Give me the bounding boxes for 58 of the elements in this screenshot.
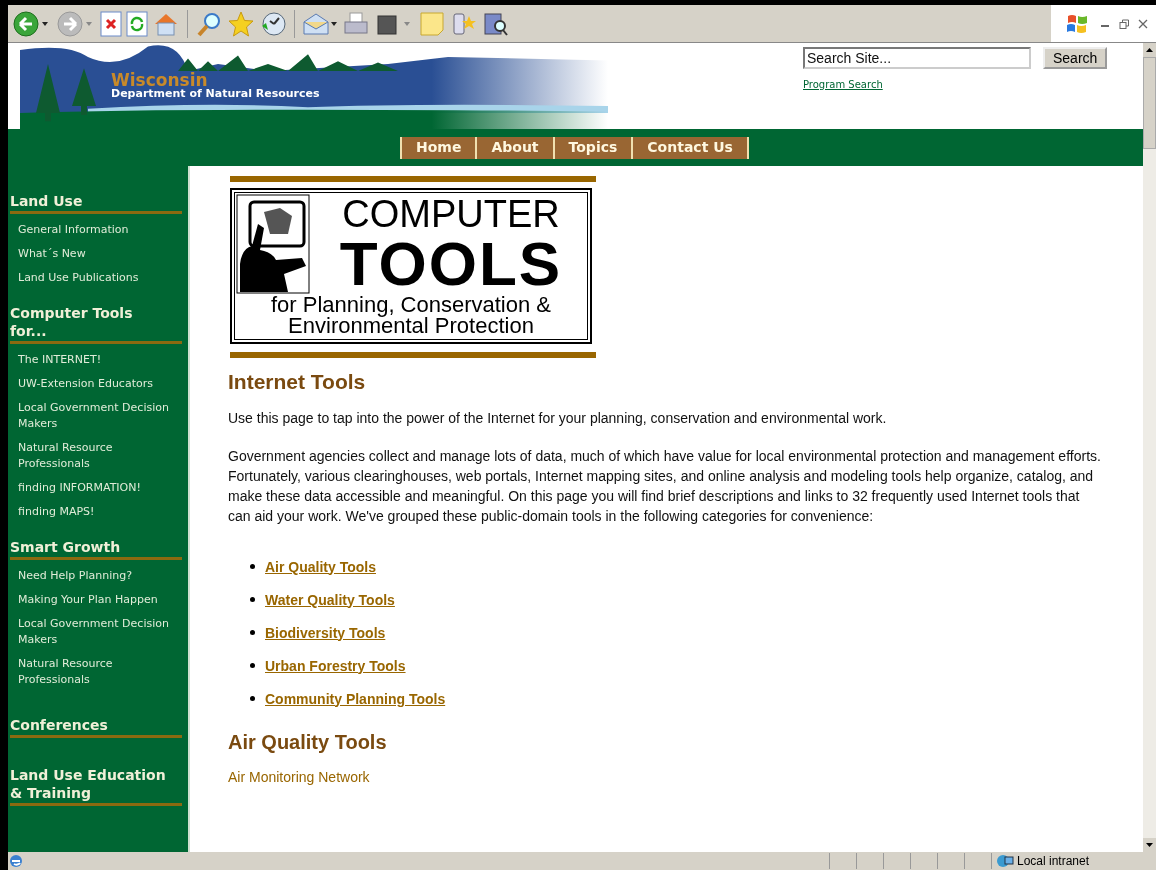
sidebar-link[interactable]: Natural Resource Professionals [10, 652, 178, 692]
logo-line: COMPUTER [342, 194, 560, 234]
page-title: Internet Tools [228, 370, 367, 394]
sidebar-link[interactable]: Making Your Plan Happen [10, 588, 178, 612]
nav-link[interactable]: Home [400, 136, 476, 159]
sidebar-link[interactable]: Local Government Decision Makers [10, 612, 178, 652]
category-link[interactable]: Community Planning Tools [265, 690, 446, 707]
logo-line: for Planning, Conservation & [270, 294, 552, 315]
bullet-icon [250, 663, 255, 668]
zone-label: Local intranet [1017, 854, 1090, 868]
category-link[interactable]: Urban Forestry Tools [265, 657, 406, 674]
program-search-link[interactable]: Program Search [803, 79, 883, 90]
category-link[interactable]: Water Quality Tools [265, 591, 395, 608]
sidebar-link[interactable]: finding MAPS! [10, 500, 178, 524]
sidebar-link[interactable]: The INTERNET! [10, 348, 178, 372]
logo-line: TOOLS [339, 234, 563, 294]
sidebar-link[interactable]: What´s New [10, 242, 178, 266]
tool-link[interactable]: Air Monitoring Network [228, 769, 370, 785]
search-field[interactable]: Search Site... [803, 47, 1031, 69]
sidebar-heading[interactable]: Computer Tools for... [10, 304, 182, 344]
sidebar-heading[interactable]: Land Use Education & Training [10, 766, 182, 806]
nav-link[interactable]: Topics [552, 136, 632, 159]
bullet-icon [250, 630, 255, 635]
section-title: Air Quality Tools [228, 731, 388, 754]
paragraph: Use this page to tap into the power of the Internet for your planning, conservation and environmental work. [228, 409, 888, 428]
network-icon [996, 854, 1014, 868]
scroll-down-icon[interactable] [1143, 838, 1156, 852]
paragraph: Government agencies collect and manage lots of data, much of which have value for local environmental protection and management efforts. Fortunately, various clearinghouses, web portals, Internet mapping sites, and online analysis and modeling tools help organize, catalog, and make these data accessible and meaningful. On this page you will find brief descriptions and links to 32 frequently used Internet tools that can aid your work. We've grouped these public-domain tools in the following categories for convenience: [228, 447, 1102, 526]
category-link[interactable]: Air Quality Tools [265, 558, 376, 575]
sidebar-heading[interactable]: Conferences [10, 716, 182, 738]
computer-user-icon [236, 194, 310, 294]
close-icon[interactable] [1138, 18, 1148, 29]
logo-subtitle[interactable]: Department of Natural Resources [111, 87, 320, 100]
page-icon [8, 853, 24, 869]
sidebar-heading[interactable]: Smart Growth [10, 538, 182, 560]
sidebar-link[interactable]: Need Help Planning? [10, 564, 178, 588]
sidebar-link[interactable]: finding INFORMATION! [10, 476, 178, 500]
scroll-up-icon[interactable] [1143, 43, 1156, 57]
sidebar-heading[interactable]: Land Use [10, 192, 182, 214]
scroll-thumb[interactable] [1143, 57, 1156, 149]
category-link[interactable]: Biodiversity Tools [265, 624, 386, 641]
refresh-icon[interactable] [126, 10, 148, 37]
sidebar-link[interactable]: Natural Resource Professionals [10, 436, 178, 476]
sidebar-link[interactable]: Local Government Decision Makers [10, 396, 178, 436]
history-icon[interactable] [259, 9, 287, 38]
bullet-icon [250, 564, 255, 569]
bullet-icon [250, 696, 255, 701]
sidebar-link[interactable]: Land Use Publications [10, 266, 178, 290]
nav-link[interactable]: Contact Us [631, 136, 749, 159]
stop-icon[interactable] [100, 10, 122, 37]
sidebar-link[interactable]: UW-Extension Educators [10, 372, 178, 396]
bullet-icon [250, 597, 255, 602]
star-icon[interactable] [227, 9, 255, 38]
sidebar-link[interactable]: General Information [10, 218, 178, 242]
nav-link[interactable]: About [475, 136, 553, 159]
scrollbar[interactable] [1143, 43, 1156, 852]
search-button[interactable]: Search [1043, 47, 1108, 69]
restore-icon[interactable] [1119, 18, 1129, 29]
